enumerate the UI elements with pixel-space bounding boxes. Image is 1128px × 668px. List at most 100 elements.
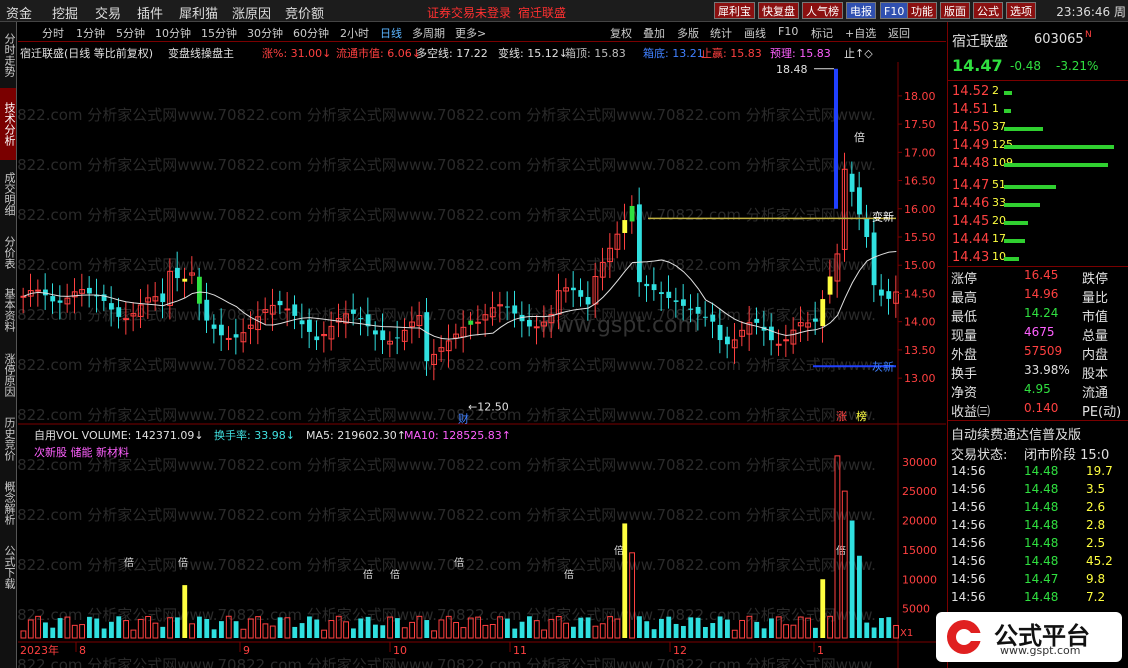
candle [314,336,320,341]
volume-bar [233,621,239,638]
stat-value: 57509 [1024,344,1063,358]
product-banner[interactable]: 自动续费通达信普及版 [951,424,1081,443]
stat-label: 最低 [951,310,978,325]
volume-bar [401,627,408,639]
period-1min[interactable]: 1分钟 [76,25,105,41]
login-notice[interactable]: 证券交易未登录 [427,4,511,21]
multi-layout-button[interactable]: 多版 [677,25,699,41]
candle [468,320,474,325]
period-intraday[interactable]: 分时 [42,25,64,41]
candle [512,305,518,314]
back-button[interactable]: 返回 [888,25,910,41]
volume-bar [240,628,247,639]
xilibao-button[interactable]: 犀利宝 [714,2,755,19]
f10-tab-button[interactable]: F10 [778,25,798,38]
tab-price-table[interactable]: 分价表 [0,228,16,276]
review-button[interactable]: 快复盘 [758,2,799,19]
period-more[interactable]: 更多> [455,25,486,41]
period-15min[interactable]: 15分钟 [201,25,237,41]
indicator-value: 止赢: 15.83 [701,47,762,60]
bei-label: 倍 [854,130,865,144]
watermark-text: 70822.com 分析家公式网www.70822.com 分析家公式网www.… [18,206,876,224]
volume-bar [292,626,298,638]
candle [424,312,430,362]
formula-button[interactable]: 公式 [973,2,1003,19]
volume-bar [299,623,305,638]
period-30min[interactable]: 30分钟 [247,25,283,41]
period-5min[interactable]: 5分钟 [116,25,145,41]
volume-bar [57,618,63,638]
stat-label-right: PE(动) [1082,405,1122,420]
menu-item-trade[interactable]: 交易 [95,3,121,22]
formula-name[interactable]: 变盘线操盘主 [168,45,234,61]
mark-button[interactable]: 标记 [811,25,833,41]
menu-item-mine[interactable]: 挖掘 [52,3,78,22]
candle [754,318,760,323]
volume-bar [482,624,489,639]
menu-item-plugin[interactable]: 插件 [137,3,163,22]
tab-intraday[interactable]: 分时走势 [0,24,16,86]
tab-limit-reason[interactable]: 涨停原因 [0,344,16,406]
tab-trade-detail[interactable]: 成交明细 [0,162,16,226]
date-label: 10 [393,644,407,657]
tab-technical[interactable]: 技术分析 [0,88,16,160]
header-stock-name: 宿迁联盛 [518,6,567,20]
candle [688,308,694,310]
logo-icon [947,620,984,654]
tick-time: 14:56 [951,572,986,586]
stat-value: 4.95 [1024,382,1051,396]
period-multi[interactable]: 多周期 [412,25,445,41]
menu-item-funds[interactable]: 资金 [6,3,32,22]
tab-history-auction[interactable]: 历史竞价 [0,408,16,470]
period-daily[interactable]: 日线 [380,25,402,41]
orderbook-bar [1004,91,1012,95]
orderbook-price: 14.46 [952,196,990,211]
price-tick-label: 17.50 [904,118,936,131]
draw-line-button[interactable]: 画线 [744,25,766,41]
volume-tick-label: 25000 [902,485,937,498]
orderbook-volume: 1 [992,102,999,115]
menu-item-reason[interactable]: 涨原因 [232,3,271,22]
period-10min[interactable]: 10分钟 [155,25,191,41]
volume-bar [703,627,708,638]
overlay-button[interactable]: 叠加 [643,25,665,41]
box-top-label: 变新 [872,209,894,223]
volume-bar [644,621,650,638]
stat-value: 14.24 [1024,306,1059,320]
period-2hour[interactable]: 2小时 [340,25,369,41]
function-button[interactable]: 功能 [907,2,937,19]
add-watchlist-button[interactable]: +自选 [845,25,876,41]
tab-concept[interactable]: 概念解析 [0,472,16,534]
menu-item-auction[interactable]: 竞价额 [285,3,324,22]
watermark-layer: 70822.com 分析家公式网www.70822.com 分析家公式网www.… [18,106,876,668]
volume-bar [182,585,188,638]
stat-label: 净资 [951,386,978,401]
layout-button[interactable]: 版面 [940,2,970,19]
quote-change: -0.48 [1010,59,1042,73]
price-tick-label: 15.50 [904,231,936,244]
orderbook-bar [1004,185,1056,189]
stats-button[interactable]: 统计 [710,25,732,41]
kline-chart[interactable]: 70822.com 分析家公式网www.70822.com 分析家公式网www.… [18,62,946,668]
stat-label: 涨停 [951,272,978,287]
candle [827,276,833,295]
candle [725,336,730,345]
f10-button[interactable]: F10 [880,2,909,19]
adjust-button[interactable]: 复权 [610,25,632,41]
options-button[interactable]: 选项 [1006,2,1036,19]
volume-bar [592,625,599,639]
tab-formula-download[interactable]: 公式下载 [0,536,16,598]
popularity-button[interactable]: 人气榜 [802,2,843,19]
telegraph-button[interactable]: 电报 [846,2,876,19]
candle [35,289,41,292]
menu-item-xilimao[interactable]: 犀利猫 [179,3,218,22]
period-60min[interactable]: 60分钟 [293,25,329,41]
tab-basic-info[interactable]: 基本资料 [0,278,16,342]
orderbook-bar [1004,109,1011,113]
date-label: 8 [79,644,86,657]
chart-title: 宿迁联盛(日线 等比前复权) [20,47,154,60]
volume-bar [94,618,100,638]
candle [182,278,188,282]
candle [666,291,672,298]
volume-bar [681,625,686,638]
